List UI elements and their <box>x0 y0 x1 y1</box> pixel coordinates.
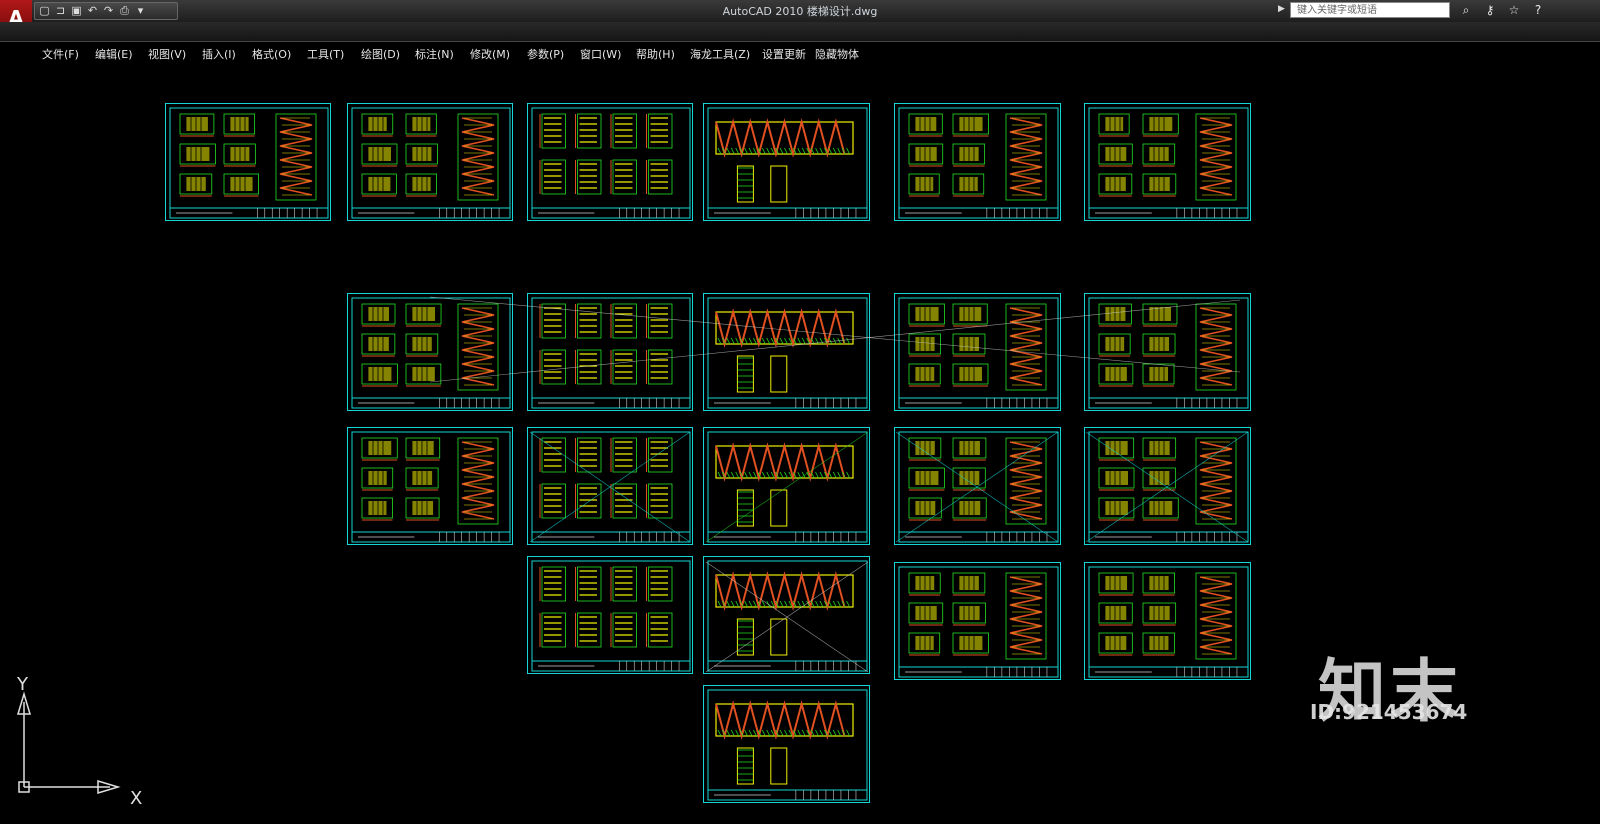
drawing-sheet[interactable] <box>527 427 693 545</box>
drawing-sheet[interactable] <box>347 427 513 545</box>
help-icon[interactable]: ? <box>1530 3 1546 18</box>
binoculars-icon[interactable]: ⌕ <box>1458 3 1474 18</box>
drawing-sheet[interactable] <box>1084 562 1251 680</box>
ucs-x-label: X <box>130 788 143 809</box>
ucs-icon <box>16 691 121 795</box>
key-icon[interactable]: ⚷ <box>1482 3 1498 18</box>
title-bar: ▢ ⊐ ▣ ↶ ↷ ⎙ ▾ AutoCAD 2010 楼梯设计.dwg ▶ 键入… <box>0 0 1600 22</box>
drawing-sheet[interactable] <box>703 556 870 674</box>
star-icon[interactable]: ☆ <box>1506 3 1522 18</box>
search-input[interactable]: 键入关键字或短语 <box>1290 2 1450 18</box>
watermark-id: ID:921453674 <box>1310 700 1468 724</box>
menu-bar: 文件(F) 编辑(E) 视图(V) 插入(I) 格式(O) 工具(T) 绘图(D… <box>0 22 1600 61</box>
search-expand-icon[interactable]: ▶ <box>1278 4 1288 16</box>
drawing-sheet[interactable] <box>347 103 513 221</box>
drawing-sheet[interactable] <box>1084 293 1251 411</box>
drawing-sheet[interactable] <box>527 103 693 221</box>
ucs-y-label: Y <box>17 674 28 695</box>
drawing-sheet[interactable] <box>703 293 870 411</box>
drawing-sheet[interactable] <box>894 293 1061 411</box>
drawing-sheet[interactable] <box>1084 427 1251 545</box>
drawing-sheet[interactable] <box>347 293 513 411</box>
drawing-sheet[interactable] <box>527 556 693 674</box>
drawing-sheet[interactable] <box>165 103 331 221</box>
drawing-sheet[interactable] <box>703 685 870 803</box>
drawing-sheet[interactable] <box>703 427 870 545</box>
drawing-sheet[interactable] <box>703 103 870 221</box>
drawing-sheet[interactable] <box>1084 103 1251 221</box>
drawing-sheet[interactable] <box>894 103 1061 221</box>
drawing-sheet[interactable] <box>527 293 693 411</box>
drawing-sheet[interactable] <box>894 427 1061 545</box>
drawing-sheet[interactable] <box>894 562 1061 680</box>
